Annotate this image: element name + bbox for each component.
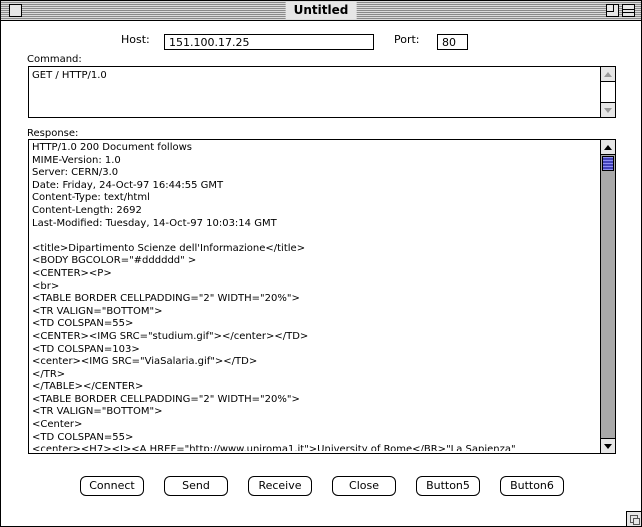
response-line: <br> <box>32 280 60 292</box>
command-label: Command: <box>27 54 82 65</box>
response-line: <BODY BGCOLOR="#dddddd" > <box>32 255 197 267</box>
command-text: GET / HTTP/1.0 <box>32 70 107 81</box>
response-line <box>32 230 598 243</box>
response-line: <TR VALIGN="BOTTOM"> <box>32 406 163 418</box>
scroll-up-arrow-icon[interactable] <box>601 67 615 82</box>
button5-button[interactable]: Button5 <box>416 476 480 496</box>
response-label: Response: <box>27 128 79 139</box>
scroll-thumb[interactable] <box>602 156 614 171</box>
host-label: Host: <box>121 33 150 46</box>
response-line: Content-Length: 2692 <box>32 204 142 216</box>
button6-button[interactable]: Button6 <box>500 476 564 496</box>
close-box-icon[interactable] <box>9 4 22 17</box>
scroll-down-arrow-icon[interactable] <box>601 102 615 117</box>
response-line: <title>Dipartimento Scienze dell'Informa… <box>32 242 306 254</box>
response-line: </TR> <box>32 368 66 380</box>
command-scrollbar[interactable] <box>600 67 615 117</box>
scroll-down-arrow-icon[interactable] <box>601 438 615 453</box>
response-line: <center><H7><I><A HREF="http://www.uniro… <box>32 444 516 451</box>
host-field[interactable]: 151.100.17.25 <box>164 34 374 50</box>
app-window: Untitled Host: 151.100.17.25 Port: 80 Co… <box>0 0 642 527</box>
response-line: Server: CERN/3.0 <box>32 167 119 179</box>
response-text: HTTP/1.0 200 Document follows MIME-Versio… <box>32 142 598 451</box>
response-line: MIME-Version: 1.0 <box>32 154 121 166</box>
port-label: Port: <box>394 33 420 46</box>
response-line: <TR VALIGN="BOTTOM"> <box>32 305 163 317</box>
response-line: Date: Friday, 24-Oct-97 16:44:55 GMT <box>32 179 224 191</box>
response-scrollbar[interactable] <box>600 140 615 453</box>
receive-button[interactable]: Receive <box>248 476 312 496</box>
window-title: Untitled <box>285 2 357 19</box>
close-button[interactable]: Close <box>332 476 396 496</box>
zoom-box-icon[interactable] <box>606 4 619 17</box>
response-textarea[interactable]: HTTP/1.0 200 Document follows MIME-Versio… <box>28 139 616 454</box>
response-line: <TD COLSPAN=55> <box>32 431 134 443</box>
command-textarea[interactable]: GET / HTTP/1.0 <box>28 66 616 118</box>
title-bar[interactable]: Untitled <box>1 1 641 21</box>
response-line: <TABLE BORDER CELLPADDING="2" WIDTH="20%… <box>32 293 300 305</box>
response-line: <center><IMG SRC="ViaSalaria.gif"></TD> <box>32 356 258 368</box>
response-line: <TD COLSPAN=55> <box>32 318 134 330</box>
response-line: <TABLE BORDER CELLPADDING="2" WIDTH="20%… <box>32 393 300 405</box>
response-line: HTTP/1.0 200 Document follows <box>32 142 192 153</box>
resize-grow-box-icon[interactable] <box>626 511 641 526</box>
response-line: <CENTER><IMG SRC="studium.gif"></center>… <box>32 330 309 342</box>
connect-button[interactable]: Connect <box>80 476 144 496</box>
response-line: <CENTER><P> <box>32 267 112 279</box>
response-line: <Center> <box>32 419 83 431</box>
response-line: Content-Type: text/html <box>32 192 150 204</box>
port-field[interactable]: 80 <box>437 34 468 50</box>
response-line: Last-Modified: Tuesday, 14-Oct-97 10:03:… <box>32 217 277 229</box>
send-button[interactable]: Send <box>164 476 228 496</box>
scroll-up-arrow-icon[interactable] <box>601 140 615 155</box>
response-line: </TABLE></CENTER> <box>32 381 144 393</box>
response-line: <TD COLSPAN=103> <box>32 343 140 355</box>
collapse-box-icon[interactable] <box>622 4 635 17</box>
